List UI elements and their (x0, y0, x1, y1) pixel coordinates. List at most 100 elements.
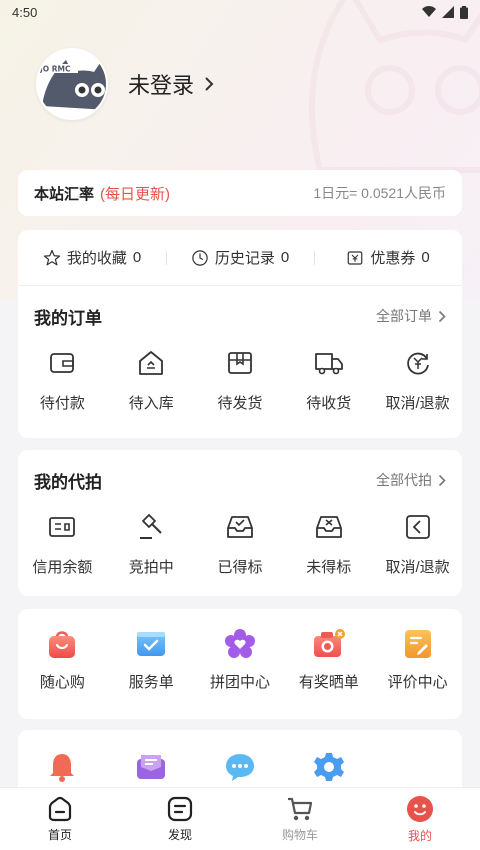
service-photo-reward[interactable]: 有奖晒单 (284, 627, 373, 692)
grid-label: 待付款 (39, 395, 85, 412)
rate-update-note: (每日更新) (100, 185, 171, 203)
bid-lost[interactable]: 未得标 (284, 510, 373, 577)
service-reviews[interactable]: 评价中心 (373, 627, 462, 692)
grid-label: 服务单 (128, 674, 174, 691)
tab-label: 首页 (47, 827, 72, 842)
return-icon (405, 515, 430, 539)
signal-icon (442, 6, 454, 18)
stat-label: 历史记录 (214, 250, 275, 267)
cat-watermark-icon (308, 0, 480, 173)
avatar[interactable]: JO RMC (36, 48, 108, 120)
cat-avatar-icon: JO RMC (38, 50, 106, 118)
bid-credit-balance[interactable]: 信用余额 (18, 510, 107, 577)
bid-refund[interactable]: 取消/退款 (373, 510, 462, 577)
shopping-bag-icon (49, 631, 76, 658)
camera-reward-icon (313, 629, 345, 657)
all-bids-label: 全部代拍 (376, 472, 432, 488)
inbox-check-icon (227, 516, 253, 538)
stat-count: 0 (132, 249, 142, 266)
chevron-right-icon (205, 77, 214, 91)
tab-label: 我的 (407, 828, 432, 843)
service-orders[interactable]: 服务单 (107, 627, 196, 692)
grid-label: 竞拍中 (128, 559, 174, 576)
cart-icon (288, 797, 313, 820)
chevron-right-icon (438, 310, 446, 322)
more-customer-service[interactable] (196, 750, 285, 784)
grid-label: 未得标 (306, 559, 352, 576)
checklist-icon (137, 632, 166, 656)
refund-icon (406, 352, 429, 375)
grid-label: 取消/退款 (385, 395, 450, 412)
chat-icon (225, 754, 254, 781)
exchange-rate-card: 本站汇率 (每日更新) 1日元= 0.0521人民币 (18, 170, 462, 216)
grid-label: 拼团中心 (209, 674, 270, 691)
chevron-right-icon (438, 474, 446, 486)
service-group-buy[interactable]: 拼团中心 (196, 627, 285, 692)
status-time: 4:50 (12, 4, 38, 20)
service-random-buy[interactable]: 随心购 (18, 627, 107, 692)
order-pending-warehouse[interactable]: 待入库 (107, 346, 196, 413)
grid-label: 评价中心 (387, 674, 448, 691)
order-pending-receive[interactable]: 待收货 (284, 346, 373, 413)
services-card: 随心购 服务单 拼团中心 有奖晒单 评价中心 (18, 609, 462, 719)
status-bar: 4:50 (0, 0, 480, 24)
tab-label: 发现 (167, 827, 192, 842)
order-pending-ship[interactable]: 待发货 (196, 346, 285, 413)
login-link[interactable]: 未登录 (128, 68, 214, 100)
grid-label: 信用余额 (32, 559, 93, 576)
battery-icon (460, 5, 468, 19)
more-services-grid (18, 750, 462, 784)
stat-label: 我的收藏 (66, 250, 127, 267)
more-notifications[interactable] (18, 750, 107, 784)
order-pending-payment[interactable]: 待付款 (18, 346, 107, 413)
rate-title: 本站汇率 (34, 185, 95, 203)
wifi-icon (422, 6, 436, 17)
review-icon (404, 630, 431, 658)
group-buy-icon (224, 629, 255, 658)
svg-text:JO RMC: JO RMC (39, 65, 71, 74)
all-orders-link[interactable]: 全部订单 (376, 306, 446, 326)
stat-label: 优惠券 (370, 250, 416, 267)
bids-card: 我的代拍 全部代拍 信用余额 竞拍中 已得标 未得标 取消/退款 (18, 450, 462, 596)
order-refund[interactable]: 取消/退款 (373, 346, 462, 413)
more-messages[interactable] (107, 750, 196, 784)
bids-header: 我的代拍 全部代拍 (18, 450, 462, 510)
stat-favorites[interactable]: 我的收藏 0 (18, 247, 166, 268)
orders-card: 我的收藏 0 历史记录 0 优惠券 0 我的订单 全部订单 待付款 待入库 待发… (18, 230, 462, 438)
more-empty-slot (373, 750, 462, 784)
id-card-icon (49, 517, 76, 537)
warehouse-icon (139, 351, 164, 375)
bid-won[interactable]: 已得标 (196, 510, 285, 577)
grid-label: 取消/退款 (385, 559, 450, 576)
mail-icon (137, 755, 166, 779)
tab-cart[interactable]: 购物车 (240, 788, 360, 850)
services-grid: 随心购 服务单 拼团中心 有奖晒单 评价中心 (18, 627, 462, 692)
login-label: 未登录 (128, 73, 195, 98)
coupon-icon (347, 250, 363, 265)
grid-label: 已得标 (217, 559, 263, 576)
all-orders-label: 全部订单 (376, 308, 432, 324)
profile-header[interactable]: JO RMC 未登录 (36, 48, 214, 120)
grid-label: 有奖晒单 (298, 674, 359, 691)
tab-label: 购物车 (281, 827, 318, 842)
tab-mine[interactable]: 我的 (360, 788, 480, 850)
bottom-tab-bar: 首页 发现 购物车 我的 (0, 788, 480, 850)
stat-history[interactable]: 历史记录 0 (166, 247, 314, 268)
truck-icon (314, 353, 343, 375)
clock-icon (192, 249, 208, 266)
tab-discover[interactable]: 发现 (120, 788, 240, 850)
grid-label: 待发货 (217, 395, 263, 412)
home-icon (48, 796, 72, 821)
more-settings[interactable] (284, 750, 373, 784)
stat-count: 0 (280, 249, 290, 266)
gavel-icon (140, 514, 162, 539)
orders-title: 我的订单 (34, 308, 102, 328)
all-bids-link[interactable]: 全部代拍 (376, 470, 446, 490)
stats-row: 我的收藏 0 历史记录 0 优惠券 0 (18, 230, 462, 286)
bids-title: 我的代拍 (34, 472, 102, 492)
stat-coupons[interactable]: 优惠券 0 (314, 247, 462, 268)
orders-header: 我的订单 全部订单 (18, 286, 462, 346)
bid-in-progress[interactable]: 竞拍中 (107, 510, 196, 577)
wallet-icon (50, 353, 75, 373)
tab-home[interactable]: 首页 (0, 788, 120, 850)
